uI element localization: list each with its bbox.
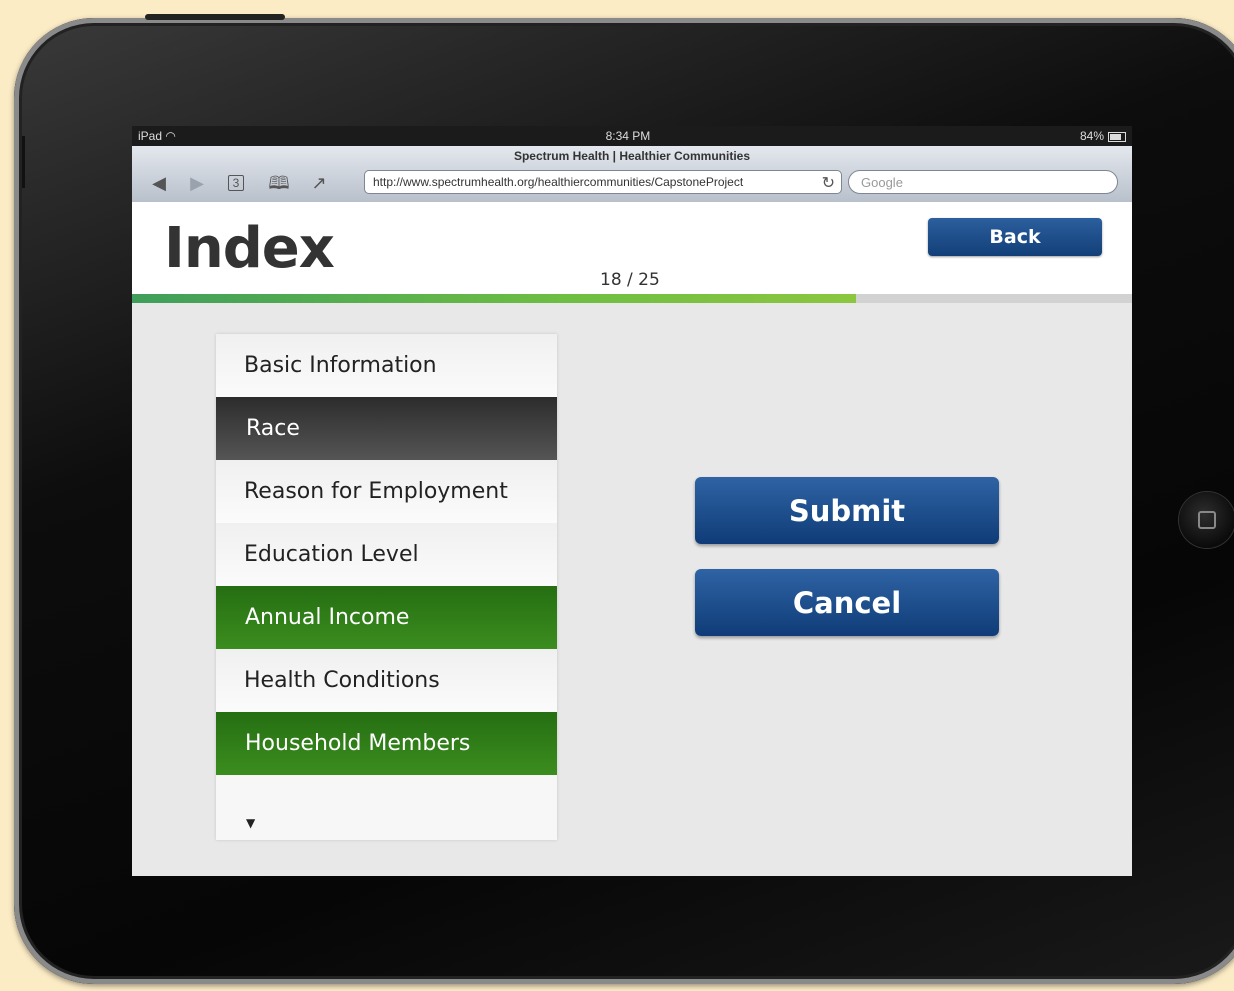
battery-percent: 84% [1079, 129, 1104, 143]
index-list: Basic Information Race Reason for Employ… [216, 334, 557, 840]
battery-icon [1108, 131, 1126, 142]
index-item-health-conditions[interactable]: Health Conditions [216, 649, 557, 712]
device-name: iPad [138, 129, 163, 143]
status-bar: iPad ◠ 8:34 PM 84% [132, 126, 1132, 146]
index-item-household-members[interactable]: Household Members [216, 712, 557, 775]
index-item-reason-for-employment[interactable]: Reason for Employment [216, 460, 557, 523]
share-icon[interactable]: ↗ [308, 172, 330, 194]
index-item-race[interactable]: Race [216, 397, 557, 460]
cancel-button[interactable]: Cancel [695, 569, 999, 636]
app-header: Index Back 18 / 25 [132, 202, 1132, 294]
page-counter: 18 / 25 [600, 270, 660, 290]
chevron-down-icon: ▼ [246, 816, 256, 830]
browser-nav-row: ◀ ▶ 3 🕮 ↗ http://www.spectrumhealth.org/… [132, 168, 1132, 198]
wifi-icon: ◠ [165, 129, 176, 143]
clock: 8:34 PM [605, 129, 651, 143]
page-title: Index [164, 216, 335, 281]
power-button [145, 14, 285, 20]
back-button[interactable]: Back [928, 218, 1102, 256]
browser-page-title: Spectrum Health | Healthier Communities [513, 149, 751, 163]
index-item-annual-income[interactable]: Annual Income [216, 586, 557, 649]
scroll-more[interactable]: ▼ [216, 775, 557, 838]
submit-button[interactable]: Submit [695, 477, 999, 544]
back-arrow-icon[interactable]: ◀ [148, 172, 170, 194]
progress-bar [132, 294, 1132, 303]
forward-arrow-icon[interactable]: ▶ [186, 172, 208, 194]
reload-icon[interactable]: ↻ [822, 173, 835, 193]
index-item-basic-information[interactable]: Basic Information [216, 334, 557, 397]
tabs-icon[interactable]: 3 [228, 175, 244, 191]
mute-switch [22, 136, 25, 188]
progress-fill [132, 294, 856, 303]
bookmarks-icon[interactable]: 🕮 [268, 172, 290, 194]
url-text: http://www.spectrumhealth.org/healthierc… [373, 175, 744, 189]
search-field[interactable]: Google [848, 170, 1118, 194]
home-button[interactable] [1179, 492, 1234, 548]
index-item-education-level[interactable]: Education Level [216, 523, 557, 586]
home-square-icon [1198, 511, 1216, 529]
browser-toolbar: Spectrum Health | Healthier Communities … [132, 146, 1132, 203]
url-field[interactable]: http://www.spectrumhealth.org/healthierc… [364, 170, 842, 194]
ipad-screen: iPad ◠ 8:34 PM 84% Spectrum Health | Hea… [132, 126, 1132, 876]
